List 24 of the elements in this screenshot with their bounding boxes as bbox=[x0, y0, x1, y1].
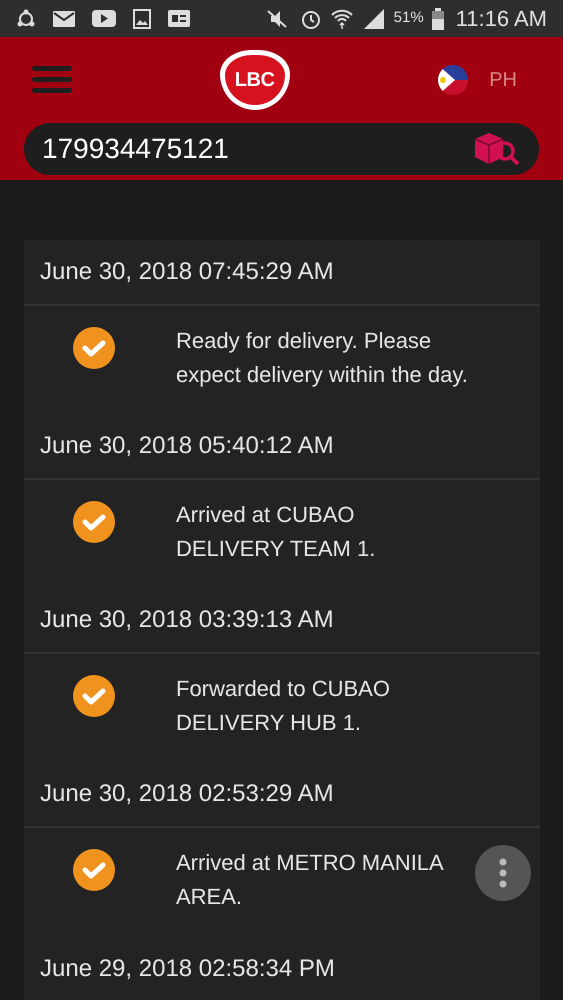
event-date: June 30, 2018 05:40:12 AM bbox=[40, 431, 334, 461]
mail-icon bbox=[53, 10, 75, 26]
image-icon bbox=[133, 8, 151, 28]
tracking-search-field[interactable]: 179934475121 bbox=[24, 123, 539, 175]
more-icon bbox=[499, 858, 507, 888]
play-icon bbox=[92, 10, 116, 27]
battery-icon bbox=[432, 8, 444, 30]
event-date: June 30, 2018 03:39:13 AM bbox=[40, 605, 334, 635]
flag-icon[interactable] bbox=[437, 64, 470, 96]
event-date: June 30, 2018 02:53:29 AM bbox=[40, 779, 334, 809]
wifi-icon bbox=[330, 8, 354, 30]
event-description: Ready for delivery. Please expect delivery within the day. bbox=[176, 327, 468, 389]
battery-percent: 51% bbox=[394, 8, 424, 28]
brand-logo: LBC bbox=[220, 50, 290, 110]
signal-icon bbox=[362, 8, 386, 30]
event-description: Forwarded to CUBAO DELIVERY HUB 1. bbox=[176, 675, 391, 737]
package-search-icon[interactable] bbox=[473, 131, 521, 167]
event-description: Arrived at METRO MANILA AREA. bbox=[176, 849, 444, 911]
event-date: June 29, 2018 02:58:34 PM bbox=[40, 954, 335, 984]
event-description: Arrived at CUBAO DELIVERY TEAM 1. bbox=[176, 501, 376, 563]
news-icon bbox=[168, 10, 190, 27]
clock: 11:16 AM bbox=[456, 5, 547, 33]
event-date: June 30, 2018 07:45:29 AM bbox=[40, 257, 334, 287]
share-icon bbox=[16, 8, 36, 28]
